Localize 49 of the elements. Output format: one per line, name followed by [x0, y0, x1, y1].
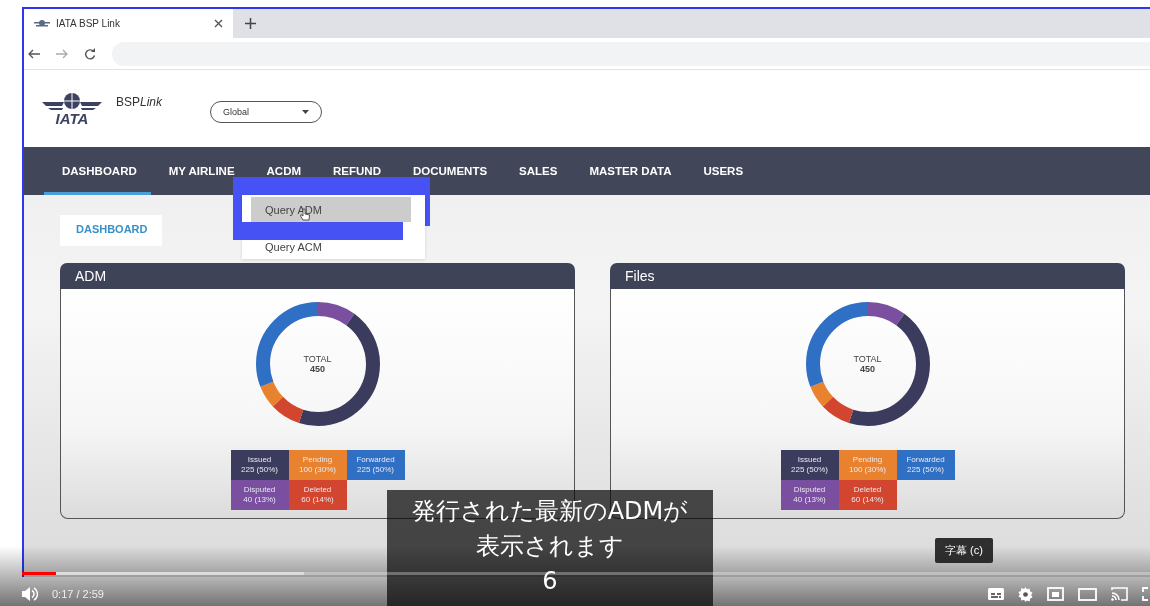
legend-tile: Deleted 60 (14%) — [838, 480, 897, 510]
card-title: Files — [625, 268, 655, 284]
cast-icon[interactable] — [1111, 587, 1128, 601]
theater-icon[interactable] — [1078, 587, 1097, 601]
legend-tile: Forwarded 225 (50%) — [896, 450, 955, 480]
nav-tab[interactable]: USERS — [685, 147, 758, 178]
legend-tile: Disputed 40 (13%) — [780, 480, 839, 510]
nav-tab[interactable]: SALES — [501, 147, 572, 178]
browser-tab[interactable]: IATA BSP Link — [24, 9, 233, 38]
legend-tile: Forwarded 225 (50%) — [346, 450, 405, 480]
reload-icon[interactable] — [84, 47, 96, 60]
fullscreen-icon[interactable] — [1142, 587, 1150, 601]
total-value: 450 — [860, 364, 875, 374]
back-icon[interactable] — [28, 48, 40, 59]
miniplayer-icon[interactable] — [1047, 587, 1064, 601]
new-tab-icon[interactable] — [245, 18, 256, 29]
nav-tab[interactable]: MY AIRLINE — [150, 147, 249, 178]
product-name: BSPLink — [116, 94, 163, 109]
logo: IATA — [42, 91, 102, 126]
total-value: 450 — [310, 364, 325, 374]
subtitle-text: 表示されます — [476, 531, 624, 562]
legend-tile: Deleted 60 (14%) — [288, 480, 347, 510]
tab-title: IATA BSP Link — [56, 18, 121, 29]
plane-icon — [34, 18, 50, 29]
close-icon[interactable] — [214, 19, 223, 28]
card-title: ADM — [75, 268, 107, 284]
volume-icon[interactable] — [22, 587, 38, 601]
page-tab[interactable]: DASHBOARD — [60, 215, 162, 246]
total-label: TOTAL — [303, 354, 332, 364]
nav-tab[interactable]: ACDM — [248, 147, 316, 178]
nav-tab[interactable]: REFUND — [315, 147, 395, 178]
legend-tile: Pending 100 (30%) — [288, 450, 347, 480]
settings-icon[interactable] — [1018, 586, 1033, 602]
menu-item[interactable]: Query ADM — [251, 197, 411, 222]
legend-tile: Disputed 40 (13%) — [230, 480, 289, 510]
legend-tile: Issued 225 (50%) — [780, 450, 839, 480]
menu-item[interactable]: Query ACM — [251, 238, 411, 256]
forward-icon[interactable] — [56, 48, 68, 59]
caret-icon — [302, 109, 310, 114]
subtitles-icon[interactable] — [988, 588, 1004, 600]
nav-tab[interactable]: MASTER DATA — [571, 147, 686, 178]
subtitle-text: 6 — [542, 566, 558, 597]
nav-tab[interactable]: DOCUMENTS — [395, 147, 502, 178]
tooltip: 字幕 (c) — [935, 538, 993, 563]
total-label: TOTAL — [853, 354, 882, 364]
legend-tile: Issued 225 (50%) — [230, 450, 289, 480]
subtitle-text: 発行された最新のADMが — [411, 496, 689, 527]
time-display: 0:17 / 2:59 — [52, 588, 104, 600]
legend-tile: Pending 100 (30%) — [838, 450, 897, 480]
